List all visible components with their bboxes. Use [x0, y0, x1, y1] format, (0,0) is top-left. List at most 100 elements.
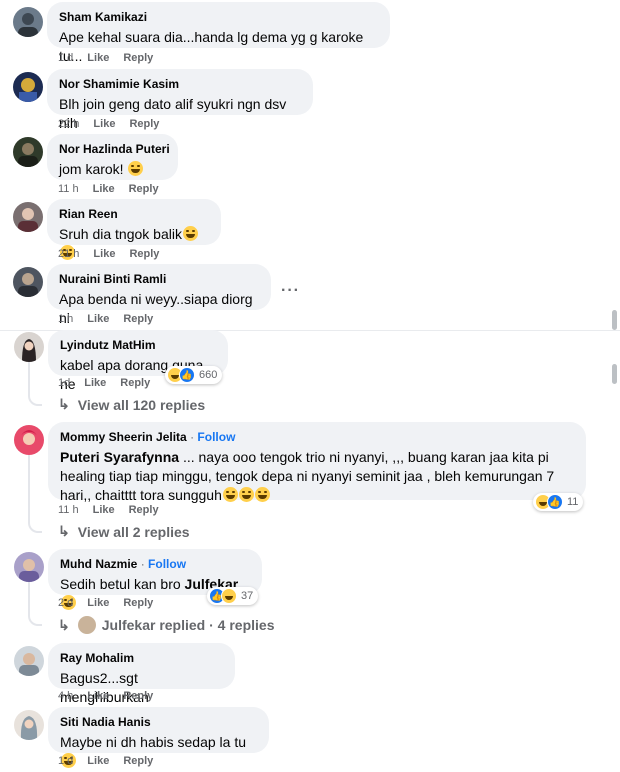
comment-bubble: Rian Reen Sruh dia tngok balik: [47, 199, 221, 260]
like-button[interactable]: Like: [87, 313, 109, 325]
reaction-summary[interactable]: 👍 660: [165, 366, 223, 384]
scrollbar-thumb[interactable]: [612, 310, 617, 330]
avatar[interactable]: [14, 332, 44, 362]
like-button[interactable]: Like: [87, 690, 109, 702]
commenter-name[interactable]: Lyindutz MatHim: [60, 337, 216, 353]
comment-meta: 1d Like Reply: [58, 376, 164, 390]
thread-line: [28, 455, 30, 523]
timestamp[interactable]: 11 h: [58, 183, 79, 195]
haha-reaction-icon: [221, 588, 237, 604]
comment-bubble: Mommy Sheerin Jelita · Follow Puteri Sya…: [48, 422, 586, 503]
reply-arrow-icon: ↳: [58, 396, 70, 412]
replied-link[interactable]: ↳ Julfekar replied · 4 replies: [58, 616, 274, 634]
reply-button[interactable]: Reply: [123, 690, 153, 702]
reply-arrow-icon: ↳: [58, 616, 70, 633]
thread-line: [28, 521, 42, 533]
follow-button[interactable]: Follow: [197, 430, 235, 444]
scrollbar-thumb[interactable]: [612, 364, 617, 384]
reply-button[interactable]: Reply: [123, 52, 153, 64]
comment-meta: 1 d Like Reply: [58, 51, 167, 65]
avatar[interactable]: [14, 646, 44, 676]
commenter-name[interactable]: Sham Kamikazi: [59, 9, 378, 25]
laughing-emoji-icon: [128, 161, 144, 176]
mention-link[interactable]: Puteri Syarafynna: [60, 449, 179, 465]
avatar[interactable]: [13, 202, 43, 232]
timestamp[interactable]: 2 d: [58, 597, 73, 609]
commenter-name[interactable]: Nor Hazlinda Puteri: [59, 141, 170, 157]
like-button[interactable]: Like: [93, 183, 115, 195]
like-button[interactable]: Like: [87, 52, 109, 64]
reply-button[interactable]: Reply: [123, 313, 153, 325]
reaction-summary[interactable]: 👍 37: [207, 587, 259, 605]
thread-line: [28, 394, 42, 406]
avatar[interactable]: [13, 7, 43, 37]
commenter-name[interactable]: Nuraini Binti Ramli: [59, 271, 259, 287]
avatar[interactable]: [13, 72, 43, 102]
timestamp[interactable]: 11 h: [58, 504, 79, 516]
comment-meta: 2 d Like Reply: [58, 596, 167, 610]
commenter-name[interactable]: Rian Reen: [59, 206, 209, 222]
comment-bubble: Nor Hazlinda Puteri jom karok!: [47, 134, 178, 180]
like-button[interactable]: Like: [84, 377, 106, 389]
like-reaction-icon: 👍: [547, 494, 563, 510]
timestamp[interactable]: 1 d: [58, 52, 73, 64]
commenter-name[interactable]: Ray Mohalim: [60, 650, 223, 666]
timestamp[interactable]: 1 d: [58, 755, 73, 767]
like-button[interactable]: Like: [93, 118, 115, 130]
timestamp[interactable]: 1d: [58, 377, 70, 389]
reply-button[interactable]: Reply: [129, 183, 159, 195]
comment-bubble: Sham Kamikazi Ape kehal suara dia...hand…: [47, 2, 390, 64]
comment-bubble: Nor Shamimie Kasim Blh join geng dato al…: [47, 69, 313, 131]
comment-text: jom karok!: [59, 160, 166, 179]
comment-meta: 1 d Like Reply: [58, 754, 167, 768]
like-reaction-icon: 👍: [179, 367, 195, 383]
commenter-name[interactable]: Siti Nadia Hanis: [60, 714, 257, 730]
comment-bubble: Ray Mohalim Bagus2...sgt menghiburkan: [48, 643, 235, 705]
more-dots-icon[interactable]: ···: [281, 282, 300, 300]
thread-line: [28, 582, 30, 616]
avatar[interactable]: [14, 552, 44, 582]
reply-button[interactable]: Reply: [123, 597, 153, 609]
reply-button[interactable]: Reply: [129, 248, 159, 260]
like-button[interactable]: Like: [93, 248, 115, 260]
like-button[interactable]: Like: [87, 597, 109, 609]
reply-button[interactable]: Reply: [129, 118, 159, 130]
comment-meta: 21 h Like Reply: [58, 247, 173, 261]
comment-meta: 1 h Like Reply: [58, 312, 167, 326]
follow-button[interactable]: Follow: [148, 557, 186, 571]
avatar[interactable]: [14, 425, 44, 455]
thread-line: [28, 362, 30, 396]
comment-meta: 22 h Like Reply: [58, 117, 173, 131]
reaction-summary[interactable]: 👍 11: [533, 493, 584, 511]
avatar[interactable]: [13, 137, 43, 167]
comment-meta: 11 h Like Reply: [58, 503, 173, 517]
reaction-count: 660: [199, 369, 218, 381]
view-replies-link[interactable]: ↳ View all 2 replies: [58, 523, 190, 540]
comment-bubble: Nuraini Binti Ramli Apa benda ni weyy..s…: [47, 264, 271, 326]
comment-meta: 11 h Like Reply: [58, 182, 173, 196]
reply-button[interactable]: Reply: [129, 504, 159, 516]
comment-text: Puteri Syarafynna ... naya ooo tengok tr…: [60, 449, 555, 503]
view-replies-link[interactable]: ↳ View all 120 replies: [58, 396, 205, 413]
timestamp[interactable]: 1 h: [58, 313, 73, 325]
commenter-name: Muhd Nazmie · Follow: [60, 557, 187, 571]
like-button[interactable]: Like: [87, 755, 109, 767]
rofl-emoji-icon: [222, 487, 238, 502]
avatar[interactable]: [13, 267, 43, 297]
reply-button[interactable]: Reply: [120, 377, 150, 389]
commenter-name[interactable]: Nor Shamimie Kasim: [59, 76, 301, 92]
comment-meta: 4 h Like Reply: [58, 689, 167, 703]
rofl-emoji-icon: [254, 487, 270, 502]
timestamp[interactable]: 22 h: [58, 118, 79, 130]
reaction-count: 37: [241, 590, 254, 602]
timestamp[interactable]: 4 h: [58, 690, 73, 702]
avatar[interactable]: [14, 710, 44, 740]
like-button[interactable]: Like: [93, 504, 115, 516]
reply-button[interactable]: Reply: [123, 755, 153, 767]
reaction-count: 11: [567, 496, 579, 508]
timestamp[interactable]: 21 h: [58, 248, 79, 260]
comment-bubble: Siti Nadia Hanis Maybe ni dh habis sedap…: [48, 707, 269, 768]
thread-line: [28, 614, 42, 626]
reply-arrow-icon: ↳: [58, 523, 70, 539]
avatar: [77, 616, 96, 634]
